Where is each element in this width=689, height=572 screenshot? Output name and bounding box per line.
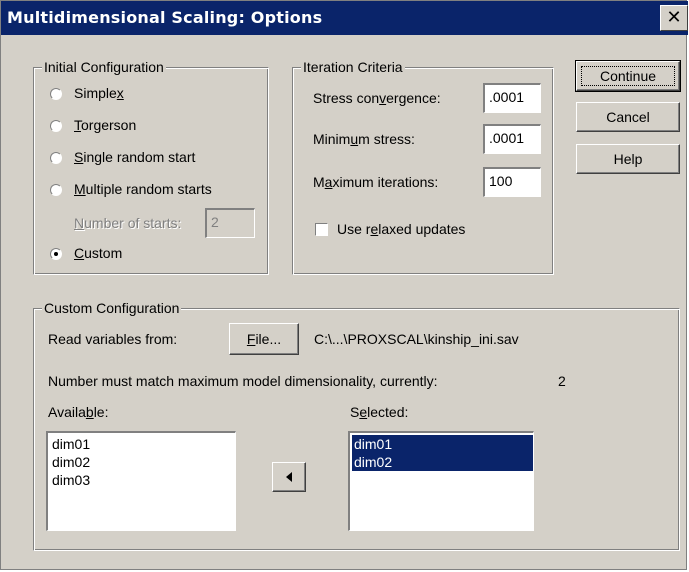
radio-indicator	[50, 120, 62, 132]
radio-custom-label: Custom	[74, 245, 123, 261]
checkbox-indicator	[315, 223, 328, 236]
radio-multiple-random-starts-label: Multiple random starts	[74, 181, 212, 197]
iteration-criteria-legend: Iteration Criteria	[301, 58, 405, 76]
initial-configuration-group: Initial Configuration Simplex Torgerson …	[33, 58, 269, 275]
close-button[interactable]: ✕	[660, 5, 688, 31]
list-item[interactable]: dim02	[50, 453, 235, 471]
minimum-stress-label: Minimum stress:	[313, 131, 415, 147]
minimum-stress-field[interactable]: .0001	[483, 124, 541, 154]
file-button[interactable]: File...	[229, 323, 299, 355]
dimensionality-note: Number must match maximum model dimensio…	[48, 373, 438, 389]
custom-configuration-legend: Custom Configuration	[42, 299, 182, 317]
stress-convergence-label: Stress convergence:	[313, 90, 441, 106]
available-label: Available:	[48, 404, 109, 420]
number-of-starts-field[interactable]: 2	[205, 208, 255, 238]
help-button[interactable]: Help	[576, 144, 680, 174]
relaxed-updates-label: Use relaxed updates	[337, 221, 466, 237]
radio-indicator-checked	[50, 248, 62, 260]
move-left-button[interactable]	[272, 462, 306, 492]
dimensionality-value: 2	[558, 373, 566, 389]
initial-configuration-legend: Initial Configuration	[42, 58, 166, 76]
focus-rect	[581, 66, 675, 86]
help-button-label: Help	[613, 151, 643, 167]
radio-indicator	[50, 184, 62, 196]
list-item[interactable]: dim03	[50, 471, 235, 489]
file-button-label: File...	[246, 331, 282, 347]
file-path: C:\...\PROXSCAL\kinship_ini.sav	[314, 331, 519, 347]
selected-label: Selected:	[350, 404, 409, 420]
radio-single-random-start-label: Single random start	[74, 149, 196, 165]
radio-indicator	[50, 152, 62, 164]
available-list[interactable]: dim01 dim02 dim03	[46, 431, 236, 531]
continue-button[interactable]: Continue	[575, 60, 681, 92]
list-item[interactable]: dim02	[352, 453, 533, 471]
stress-convergence-field[interactable]: .0001	[483, 83, 541, 113]
radio-indicator	[50, 88, 62, 100]
cancel-button[interactable]: Cancel	[576, 102, 680, 132]
read-variables-label: Read variables from:	[48, 331, 178, 347]
options-dialog: Multidimensional Scaling: Options ✕ Init…	[0, 0, 688, 570]
list-item[interactable]: dim01	[50, 435, 235, 453]
maximum-iterations-field[interactable]: 100	[483, 167, 541, 197]
title-bar[interactable]: Multidimensional Scaling: Options ✕	[1, 1, 688, 35]
close-icon: ✕	[666, 7, 682, 28]
iteration-criteria-group: Iteration Criteria Stress convergence: .…	[292, 58, 554, 275]
custom-configuration-group: Custom Configuration Read variables from…	[33, 299, 680, 551]
number-of-starts-label: Number of starts:	[74, 215, 182, 231]
dialog-title: Multidimensional Scaling: Options	[7, 8, 323, 27]
arrow-left-icon	[286, 472, 292, 482]
cancel-button-label: Cancel	[606, 109, 650, 125]
list-item[interactable]: dim01	[352, 435, 533, 453]
radio-torgerson-label: Torgerson	[74, 117, 137, 133]
selected-list[interactable]: dim01 dim02	[348, 431, 534, 531]
maximum-iterations-label: Maximum iterations:	[313, 174, 439, 190]
radio-simplex-label: Simplex	[74, 85, 124, 101]
